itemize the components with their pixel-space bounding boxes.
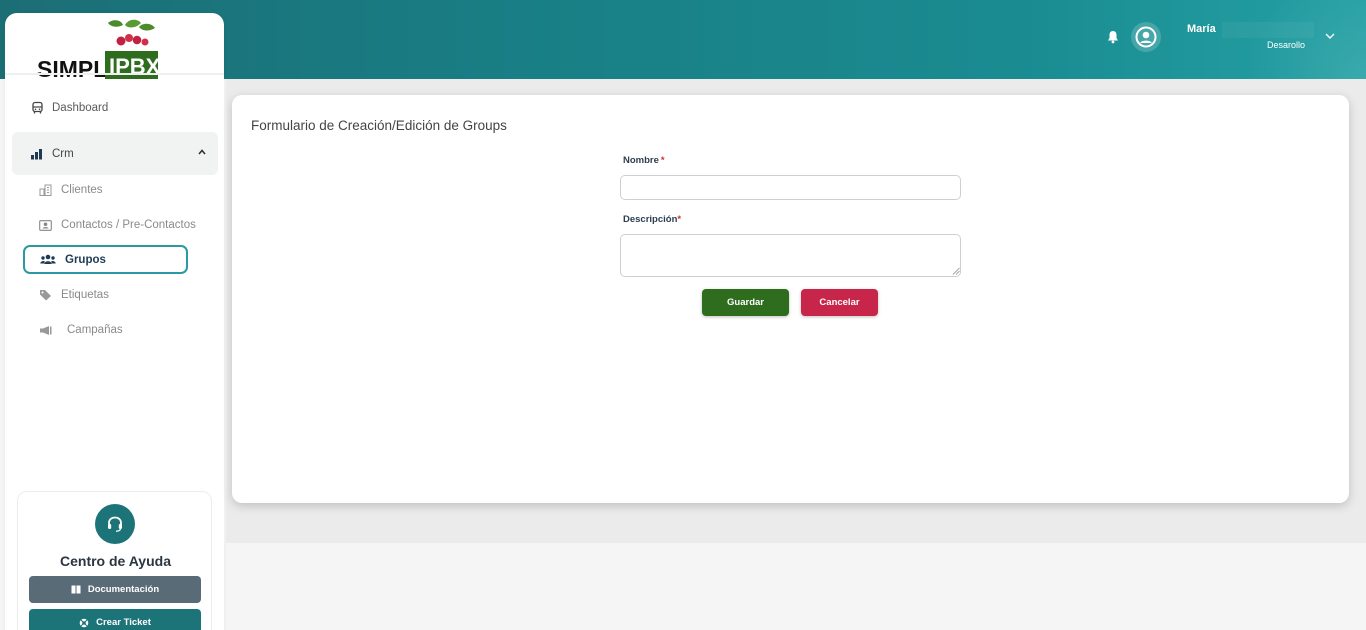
documentation-button-label: Documentación (87, 584, 160, 595)
sidebar-item-campanas[interactable]: Campañas (39, 324, 123, 336)
logo-divider (5, 73, 224, 75)
sidebar-item-grupos[interactable]: Grupos (23, 245, 188, 274)
create-ticket-button-label: Crear Ticket (96, 617, 151, 628)
sidebar-item-contactos[interactable]: Contactos / Pre-Contactos (39, 219, 196, 231)
sidebar-item-dashboard[interactable]: Dashboard (31, 101, 108, 114)
chevron-down-icon[interactable] (1324, 31, 1336, 41)
help-center-title: Centro de Ayuda (60, 553, 171, 569)
avatar[interactable] (1131, 22, 1161, 52)
bus-icon (32, 101, 43, 114)
svg-text:IPBX: IPBX (109, 54, 161, 79)
create-ticket-button[interactable]: Crear Ticket (29, 609, 201, 630)
user-role: Desarollo (1267, 40, 1306, 50)
headset-icon (95, 504, 135, 544)
resize-handle-icon[interactable] (952, 267, 960, 275)
chevron-up-icon (198, 149, 206, 155)
users-icon (40, 254, 56, 264)
sidebar-item-label: Dashboard (52, 101, 109, 114)
required-asterisk: * (677, 214, 682, 225)
sidebar-item-etiquetas[interactable]: Etiquetas (39, 289, 109, 301)
help-center-card: Centro de Ayuda Documentación Crear Tick… (17, 491, 212, 630)
required-asterisk: * (660, 155, 665, 166)
name-field[interactable] (620, 175, 961, 200)
sidebar-item-clientes[interactable]: Clientes (39, 184, 103, 196)
megaphone-icon (40, 325, 52, 335)
group-form-card: Formulario de Creación/Edición de Groups… (232, 95, 1349, 503)
book-icon (71, 585, 81, 594)
user-circle-icon (1135, 26, 1157, 48)
name-field-label: Nombre * (623, 155, 665, 166)
user-name-highlight (1222, 22, 1314, 38)
sidebar-item-label: Contactos / Pre-Contactos (61, 219, 196, 231)
sidebar-item-label: Etiquetas (61, 289, 109, 301)
tag-icon (40, 290, 51, 301)
description-field[interactable] (620, 234, 961, 277)
sidebar-item-label: Clientes (61, 184, 103, 196)
sidebar-item-label: Grupos (65, 253, 106, 266)
buildings-icon (39, 184, 52, 196)
chart-building-icon (31, 148, 42, 159)
documentation-button[interactable]: Documentación (29, 576, 201, 603)
page-title: Formulario de Creación/Edición de Groups (251, 118, 507, 133)
sidebar: SIMPLE IPBX Dashboard Crm Clientes Conta… (5, 13, 224, 630)
user-name[interactable]: María (1187, 23, 1216, 35)
description-field-label: Descripción* (623, 214, 682, 225)
save-button[interactable]: Guardar (702, 289, 789, 316)
cancel-button[interactable]: Cancelar (801, 289, 878, 316)
contact-card-icon (39, 219, 52, 231)
sidebar-item-label: Campañas (67, 324, 123, 336)
sidebar-item-crm[interactable]: Crm (12, 132, 218, 175)
lifebuoy-icon (79, 618, 89, 627)
sidebar-item-label: Crm (52, 147, 74, 160)
bell-icon[interactable] (1106, 29, 1120, 45)
